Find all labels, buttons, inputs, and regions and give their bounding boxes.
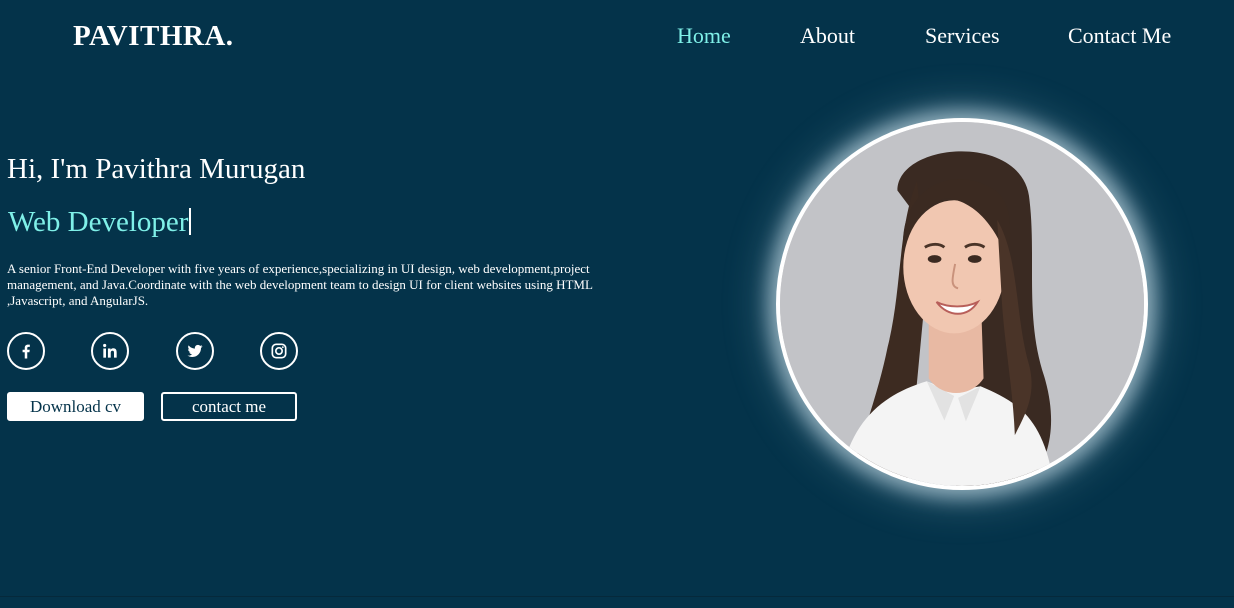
instagram-link[interactable] <box>260 332 298 370</box>
hero-role: Web Developer <box>8 206 192 239</box>
instagram-icon <box>271 343 287 359</box>
profile-photo <box>776 118 1148 490</box>
twitter-icon <box>187 344 203 357</box>
nav-contact-me[interactable]: Contact Me <box>1068 23 1171 49</box>
linkedin-icon <box>103 343 117 358</box>
logo[interactable]: PAVITHRA. <box>73 20 234 53</box>
nav-services[interactable]: Services <box>925 23 1000 49</box>
facebook-link[interactable] <box>7 332 45 370</box>
download-cv-button[interactable]: Download cv <box>7 392 144 421</box>
hero-bio: A senior Front-End Developer with five y… <box>7 261 593 308</box>
profile-photo-illustration <box>780 122 1144 486</box>
twitter-link[interactable] <box>176 332 214 370</box>
typing-cursor <box>189 208 192 235</box>
nav-home[interactable]: Home <box>677 23 731 49</box>
facebook-icon <box>22 344 30 359</box>
linkedin-link[interactable] <box>91 332 129 370</box>
social-links <box>7 332 327 370</box>
nav-about[interactable]: About <box>800 23 855 49</box>
hero-greeting: Hi, I'm Pavithra Murugan <box>7 153 306 185</box>
site-header: PAVITHRA. Home About Services Contact Me <box>0 0 1234 74</box>
footer-divider <box>0 596 1234 597</box>
hero-role-text: Web Developer <box>8 206 189 238</box>
contact-me-button[interactable]: contact me <box>161 392 297 421</box>
